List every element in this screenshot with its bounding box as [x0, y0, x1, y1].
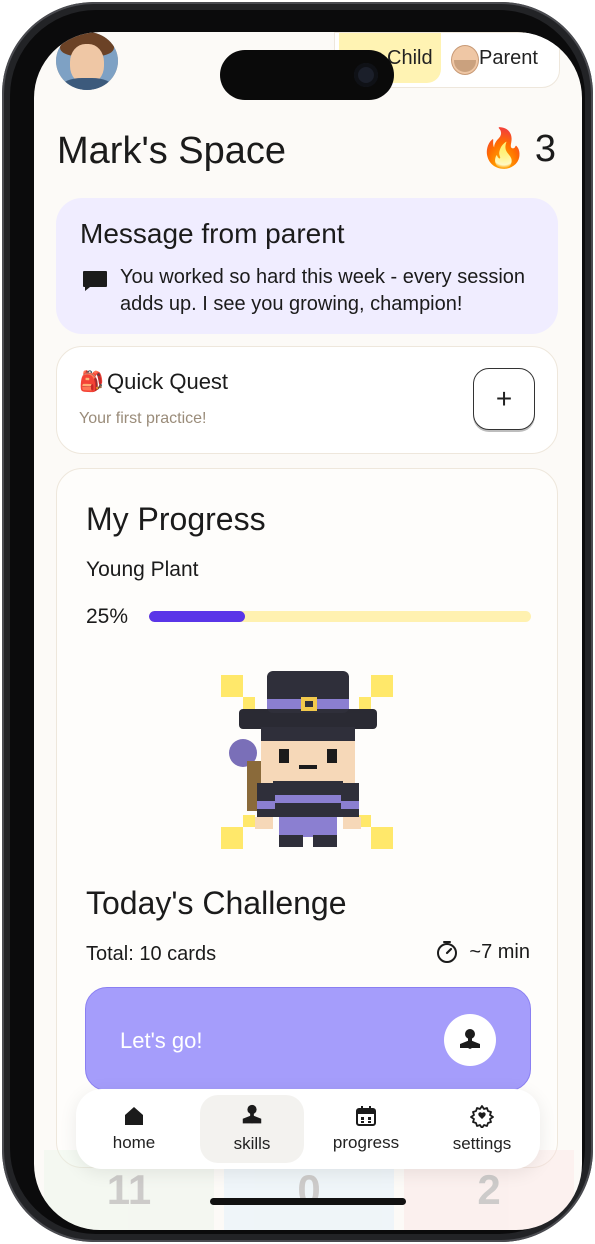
quest-subtitle: Your first practice! [79, 410, 207, 427]
streak-count: 3 [534, 127, 556, 170]
challenge-total: Total: 10 cards [86, 943, 217, 965]
backpack-icon: 🎒 [79, 371, 104, 393]
challenge-duration: ~7 min [435, 940, 530, 964]
nav-item-progress[interactable]: progress [314, 1089, 418, 1169]
bottom-nav: home skills progress settings [76, 1089, 540, 1169]
page-title: Mark's Space [57, 130, 287, 172]
level-name: Young Plant [86, 558, 199, 581]
nav-label: settings [452, 1134, 512, 1153]
dynamic-island [220, 50, 394, 100]
quest-title: Quick Quest [107, 369, 229, 394]
lets-go-label: Let's go! [120, 1028, 203, 1053]
home-indicator [210, 1198, 406, 1205]
role-parent-label: Parent [479, 47, 538, 69]
chat-bubble-icon [83, 271, 107, 291]
progress-bar [149, 611, 531, 622]
timer-icon [437, 941, 458, 963]
nav-item-home[interactable]: home [82, 1089, 186, 1169]
home-icon [125, 1107, 143, 1125]
avatar[interactable] [56, 32, 118, 90]
progress-percent: 25% [86, 605, 129, 628]
fire-icon: 🔥 [479, 128, 527, 170]
gear-icon [470, 1105, 494, 1128]
progress-bar-fill [149, 611, 245, 622]
quick-quest-card: 🎒 Quick Quest Your first practice! + [56, 346, 558, 454]
add-quest-button[interactable]: + [473, 368, 535, 430]
app-screen: Child Parent Mark's Space 🔥 3 Message fr… [34, 32, 582, 1230]
phone-bezel: Child Parent Mark's Space 🔥 3 Message fr… [10, 10, 585, 1234]
message-title: Message from parent [80, 218, 345, 249]
parent-message-card: Message from parent You worked so hard t… [56, 198, 558, 334]
joystick-icon [444, 1014, 496, 1066]
progress-title: My Progress [86, 501, 266, 537]
phone-frame: Child Parent Mark's Space 🔥 3 Message fr… [2, 2, 593, 1242]
nav-label: skills [233, 1134, 271, 1153]
calendar-icon [356, 1106, 376, 1126]
joystick-icon [242, 1104, 262, 1124]
pixel-character-image [221, 671, 393, 849]
message-text: You worked so hard this week - every ses… [120, 266, 526, 315]
nav-item-settings[interactable]: settings [430, 1089, 534, 1169]
peek-card-number: 11 [106, 1166, 152, 1213]
role-child-label: Child [387, 47, 433, 69]
duration-text: ~7 min [469, 940, 530, 963]
nav-label: home [112, 1133, 156, 1152]
peek-card-number: 2 [477, 1166, 501, 1213]
challenge-title: Today's Challenge [86, 885, 347, 921]
peek-card-number: 0 [297, 1166, 321, 1213]
nav-item-skills[interactable]: skills [200, 1095, 304, 1163]
parent-avatar-icon [451, 45, 479, 75]
streak-counter: 🔥 3 [480, 124, 556, 174]
nav-label: progress [332, 1133, 400, 1152]
lets-go-button[interactable]: Let's go! [85, 987, 531, 1091]
progress-card: My Progress Young Plant 25% Today's Chal… [56, 468, 558, 1168]
